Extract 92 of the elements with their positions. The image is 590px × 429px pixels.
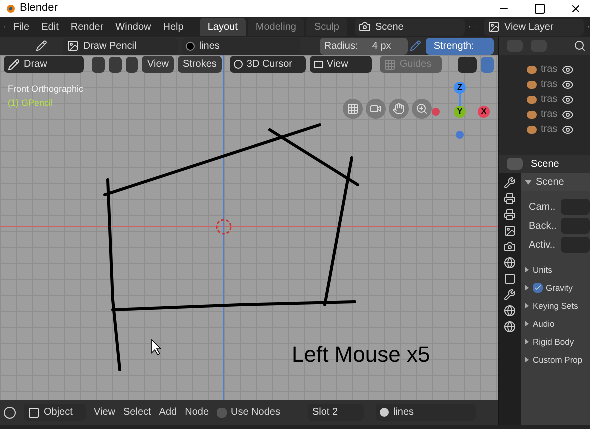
properties-tab-icon[interactable] <box>504 305 516 317</box>
outliner-item[interactable]: tras <box>541 122 558 137</box>
monitor-icon <box>314 61 323 68</box>
workspace-tab[interactable]: Sculp <box>306 18 348 36</box>
pivot-dropdown[interactable]: 3D Cursor <box>230 56 306 73</box>
expand-triangle-icon[interactable] <box>525 178 532 186</box>
slot-dropdown[interactable]: Slot 2 <box>308 404 364 421</box>
strength-slider[interactable]: Strength: <box>426 38 494 54</box>
menu-item[interactable]: Render <box>66 20 108 34</box>
use-nodes-checkbox[interactable] <box>217 408 227 418</box>
field-label: Activ.. <box>529 238 556 252</box>
material-swatch-icon <box>186 42 196 50</box>
mode-dropdown[interactable]: Draw <box>4 56 84 73</box>
subpanel-title[interactable]: Audio <box>533 318 555 330</box>
header-menu-button[interactable]: View <box>142 56 174 73</box>
workspace-tab[interactable]: Layout <box>200 18 246 36</box>
brush-icon <box>67 40 80 52</box>
radius-value: 4 px <box>372 40 392 54</box>
gizmo-axis-label[interactable]: X <box>478 106 490 118</box>
pressure-icon[interactable] <box>410 40 422 52</box>
navigation-icon[interactable] <box>412 99 432 119</box>
menu-item[interactable]: Window <box>112 20 156 34</box>
pivot-icon <box>234 60 243 69</box>
scene-icon <box>359 21 372 33</box>
gravity-checkbox[interactable] <box>533 283 543 293</box>
material-field[interactable]: lines <box>182 38 300 54</box>
grid-icon <box>384 58 396 70</box>
object-name: (1) GPencil <box>8 97 54 110</box>
search-icon[interactable] <box>574 40 586 52</box>
maximize-icon[interactable] <box>534 2 546 14</box>
expand-triangle-icon[interactable] <box>524 303 530 309</box>
view-name: Front Orthographic <box>8 83 84 96</box>
use-nodes-label: Use Nodes <box>231 406 280 420</box>
subpanel-title[interactable]: Gravity <box>546 282 573 294</box>
outliner-item[interactable]: tras <box>541 62 558 77</box>
scene-selector[interactable]: Scene <box>355 18 466 36</box>
properties-tab-icon[interactable] <box>504 321 516 333</box>
expand-triangle-icon[interactable] <box>524 267 530 273</box>
close-icon[interactable] <box>570 2 582 14</box>
brush-field[interactable]: Draw Pencil <box>63 38 178 54</box>
pencil-icon[interactable] <box>36 40 48 52</box>
properties-tab-icon[interactable] <box>504 177 516 189</box>
negative-x-dot <box>432 108 440 116</box>
workspace-tab[interactable]: Modeling <box>248 18 304 36</box>
header-menu-button[interactable]: Strokes <box>178 56 222 73</box>
strength-label: Strength: <box>432 40 476 52</box>
expand-triangle-icon[interactable] <box>524 321 530 327</box>
cursor-3d-icon <box>216 219 232 235</box>
properties-tab-icon[interactable] <box>504 193 516 205</box>
subpanel-title[interactable]: Rigid Body <box>533 336 574 348</box>
properties-tab-icon[interactable] <box>504 225 516 237</box>
window-title: Blender <box>20 1 58 16</box>
gizmo-axis-label[interactable]: Z <box>454 82 466 94</box>
gizmo-axis-label[interactable]: Y <box>454 106 466 118</box>
properties-tab-icon[interactable] <box>504 257 516 269</box>
navigation-icon[interactable] <box>389 99 409 119</box>
layer-icon <box>488 21 500 33</box>
menu-item[interactable]: Edit <box>38 20 63 34</box>
menu-item[interactable]: Add <box>159 405 178 420</box>
expand-triangle-icon[interactable] <box>524 285 530 291</box>
field-label: Cam.. <box>529 200 557 214</box>
properties-tab-icon[interactable] <box>504 273 516 285</box>
expand-triangle-icon[interactable] <box>524 339 530 345</box>
material-icon <box>380 408 390 417</box>
menu-item[interactable]: View <box>94 405 116 420</box>
subpanel-title[interactable]: Keying Sets <box>533 300 578 312</box>
outliner-item[interactable]: tras <box>541 92 558 107</box>
object-mode-dropdown[interactable]: Object <box>24 404 86 421</box>
menu-item[interactable]: Help <box>159 20 188 34</box>
context-label: Scene <box>531 158 560 172</box>
properties-tab-icon[interactable] <box>504 241 516 253</box>
navigation-icon[interactable] <box>366 99 386 119</box>
object-icon <box>28 406 40 418</box>
properties-tab-icon[interactable] <box>504 289 516 301</box>
view-layer-selector[interactable]: View Layer <box>484 18 584 36</box>
menu-item[interactable]: File <box>10 20 34 34</box>
navigation-icon[interactable] <box>343 99 363 119</box>
subpanel-title[interactable]: Units <box>533 264 552 276</box>
outliner-item[interactable]: tras <box>541 77 558 92</box>
orientation-dropdown[interactable]: View <box>310 56 372 73</box>
properties-tab-icon[interactable] <box>504 209 516 221</box>
menu-item[interactable]: Node <box>185 405 209 420</box>
menu-item[interactable]: Select <box>124 405 152 420</box>
outliner-item[interactable]: tras <box>541 107 558 122</box>
material-field[interactable]: lines <box>376 404 476 421</box>
negative-z-dot <box>456 131 464 139</box>
mouse-pointer-icon <box>152 339 162 356</box>
pencil-icon <box>8 58 20 70</box>
expand-triangle-icon[interactable] <box>524 357 530 363</box>
subpanel-title[interactable]: Custom Prop <box>533 354 583 366</box>
key-overlay-text: Left Mouse x5 <box>292 341 430 369</box>
field-label: Back.. <box>529 220 557 234</box>
